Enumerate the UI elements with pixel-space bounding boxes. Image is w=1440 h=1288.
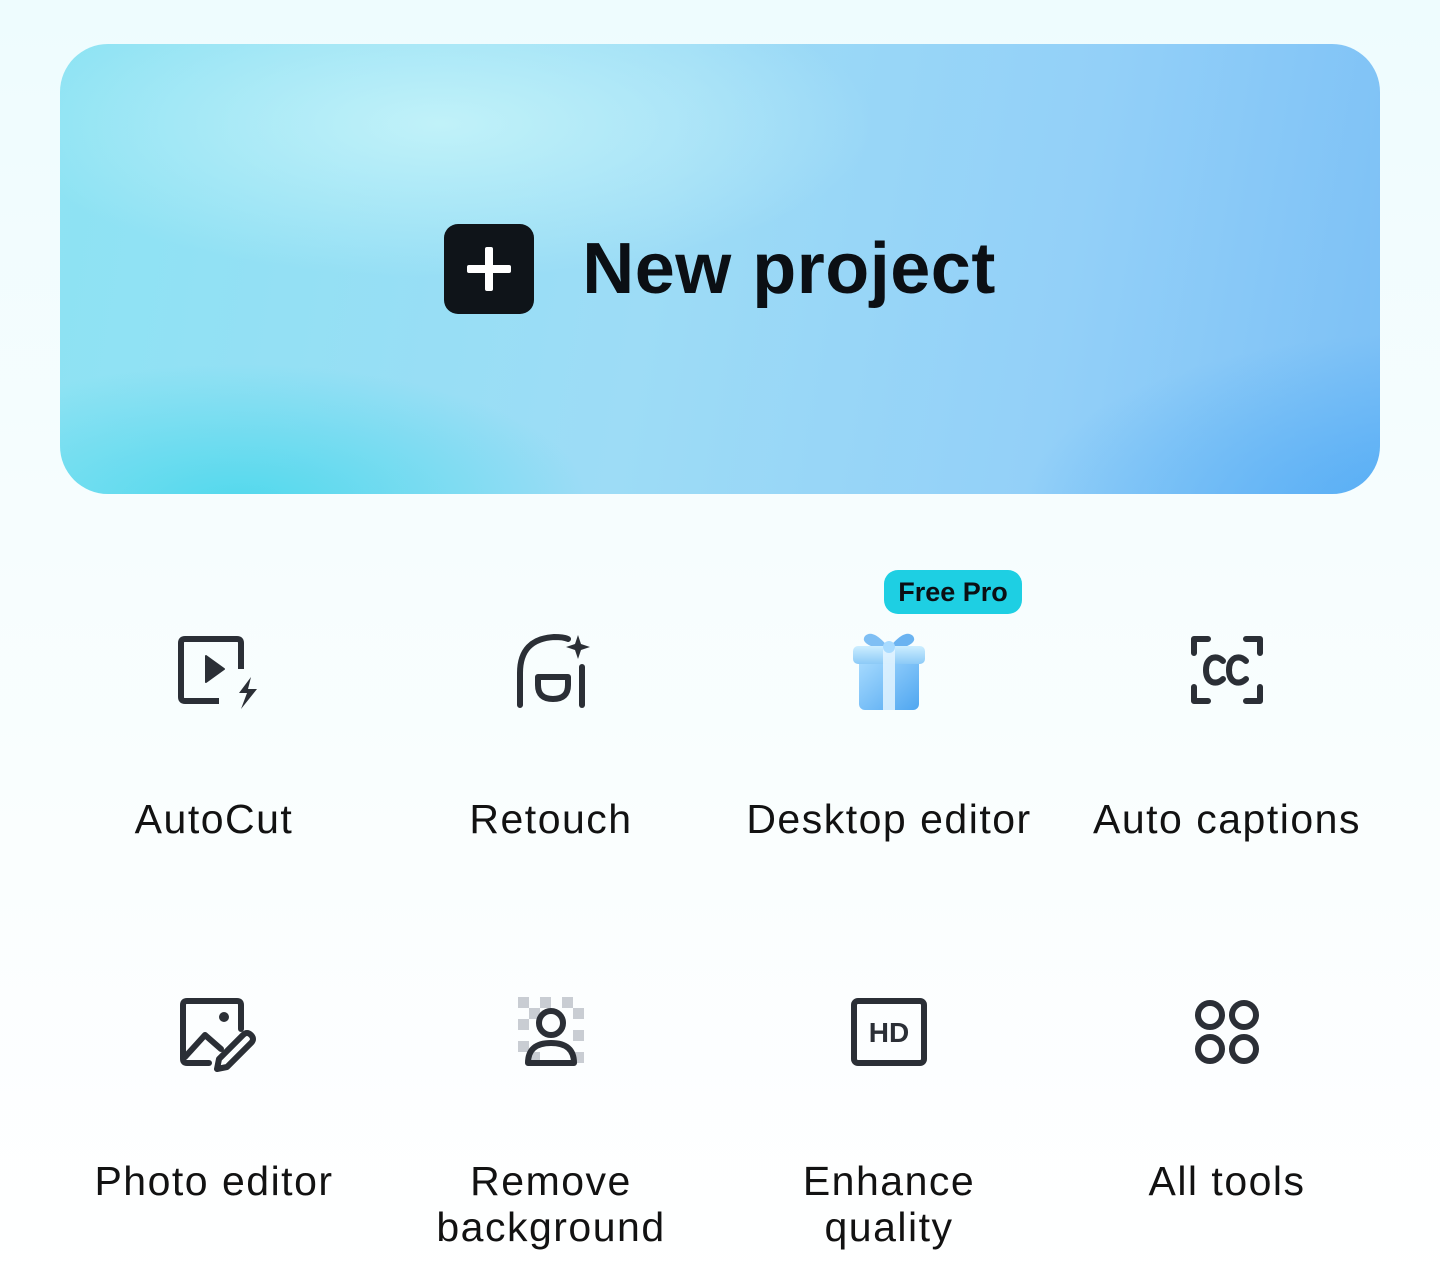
closed-captions-icon [1182, 625, 1272, 715]
image-edit-icon [169, 987, 259, 1077]
free-pro-badge: Free Pro [884, 570, 1022, 614]
four-circles-icon [1182, 987, 1272, 1077]
new-project-button[interactable]: New project [60, 44, 1380, 494]
person-checkerboard-icon [506, 987, 596, 1077]
tool-desktop-editor[interactable]: Desktop editor [720, 620, 1058, 860]
tool-label: Photo editor [94, 1158, 334, 1204]
tool-photo-editor[interactable]: Photo editor [45, 982, 383, 1252]
gift-box-icon [839, 620, 939, 720]
tool-label: Desktop editor [746, 796, 1032, 842]
tool-remove-background[interactable]: Remove background [382, 982, 720, 1252]
tool-label-line1: Remove [470, 1158, 632, 1204]
tool-enhance-quality[interactable]: HD Enhance quality [720, 982, 1058, 1252]
tool-retouch[interactable]: Retouch [382, 620, 720, 860]
tool-label-line2: background [436, 1204, 666, 1250]
tool-label: Retouch [469, 796, 633, 842]
tool-label-line2: quality [824, 1204, 954, 1250]
svg-text:HD: HD [869, 1017, 909, 1048]
new-project-label: New project [582, 229, 996, 309]
tool-all-tools[interactable]: All tools [1058, 982, 1396, 1252]
tool-label: All tools [1148, 1158, 1306, 1204]
tool-label: AutoCut [134, 796, 294, 842]
tool-label: Auto captions [1093, 796, 1361, 842]
tool-autocut[interactable]: AutoCut [45, 620, 383, 860]
tool-label-line1: Enhance [802, 1158, 976, 1204]
plus-icon [444, 224, 535, 314]
tool-auto-captions[interactable]: Auto captions [1058, 620, 1396, 860]
hd-icon: HD [844, 987, 934, 1077]
video-lightning-icon [169, 625, 259, 715]
face-sparkle-icon [506, 625, 596, 715]
